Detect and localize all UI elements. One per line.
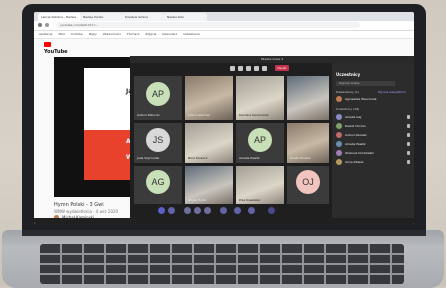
participant-row[interactable]: Dawid Chrzan xyxy=(336,123,410,130)
participant-row[interactable]: Antoni Szuster xyxy=(336,132,410,139)
control-icon[interactable] xyxy=(248,207,255,214)
camera-icon[interactable] xyxy=(230,66,235,71)
control-icon[interactable] xyxy=(220,207,227,214)
attendees-heading: Uczestnicy (18) xyxy=(336,107,360,111)
avatar xyxy=(336,132,342,138)
presenters-heading: Prezenterzy (1) xyxy=(336,90,359,94)
browser-tab[interactable]: Nazwa Yukiko xyxy=(80,13,123,21)
bookmark[interactable]: Kalendarz xyxy=(162,31,177,38)
avatar: AG xyxy=(146,170,170,194)
participants-title: Uczestnicy xyxy=(336,72,361,77)
laptop-screen: Lekcja Szkolna - Nazwa Nazwa Yukiko Krea… xyxy=(34,12,414,224)
bookmark[interactable]: YouTube xyxy=(71,31,83,38)
bookmark[interactable]: Tłumacz xyxy=(127,31,140,38)
participant-row[interactable]: Anna Zbalsz xyxy=(336,159,410,166)
browser-tab[interactable]: Kreatyw Gmina xyxy=(122,13,165,21)
participant-tile: AG xyxy=(134,166,182,204)
participant-row[interactable]: Amelia Gaj xyxy=(336,114,410,121)
leave-button[interactable]: Opuść xyxy=(275,65,289,71)
browser-tab[interactable]: Nazwa Kolo xyxy=(164,13,207,21)
participant-name: Antoni Szuster xyxy=(345,133,367,137)
youtube-play-icon xyxy=(44,42,51,47)
participant-row[interactable]: Oliwiusz Drozdalski xyxy=(336,150,410,157)
browser-tab[interactable]: Lekcja Szkolna - Nazwa xyxy=(38,13,81,21)
participant-row[interactable]: Amelia Pawlik xyxy=(336,141,410,148)
os-taskbar xyxy=(34,218,414,224)
participant-name: Amelia Gaj xyxy=(345,115,362,119)
control-icon[interactable] xyxy=(204,207,211,214)
bookmark[interactable]: Mail xyxy=(58,31,64,38)
bookmark[interactable]: Mapy xyxy=(89,31,97,38)
control-icon[interactable] xyxy=(184,207,191,214)
control-icon[interactable] xyxy=(268,207,275,214)
avatar xyxy=(336,150,342,156)
participant-row[interactable]: Agnieszka Wieczorek xyxy=(336,96,410,103)
participant-name: Agnieszka Wieczorek xyxy=(345,97,377,101)
participant-tile: OJ xyxy=(287,166,329,204)
control-icon[interactable] xyxy=(194,207,201,214)
url-field[interactable]: youtube.com/watch?v=... xyxy=(56,22,360,28)
reaction-icon[interactable] xyxy=(158,207,165,214)
avatar xyxy=(336,123,342,129)
mic-icon xyxy=(407,124,410,128)
avatar xyxy=(336,96,342,102)
participant-video: Nina Stukacz xyxy=(185,123,233,163)
avatar: OJ xyxy=(296,170,320,194)
participant-name: Oliwer Buda xyxy=(188,198,207,202)
video-meta: WNW wyświetlenia · 4 wrz 2020 xyxy=(54,209,119,214)
avatar xyxy=(336,159,342,165)
bookmarks-bar: Aplikacje Mail YouTube Mapy Wiadomości T… xyxy=(34,31,414,39)
invite-input[interactable]: Zaproś osobę xyxy=(336,81,395,86)
participant-name: Julia Szymczak xyxy=(137,156,160,160)
participant-name: Anna Zbalsz xyxy=(345,160,364,164)
mic-icon xyxy=(407,160,410,164)
participant-tile: AP Antoni Pstrucki xyxy=(134,76,182,120)
participant-name: Nina Stukacz xyxy=(188,156,208,160)
avatar: AP xyxy=(146,82,170,106)
mute-all-button[interactable]: Wycisz wszystkich xyxy=(378,90,406,94)
participant-name: Aneta Strabel xyxy=(290,156,311,160)
mic-icon[interactable] xyxy=(238,66,243,71)
bookmark[interactable]: Aplikacje xyxy=(39,31,52,38)
laptop-hinge xyxy=(22,230,426,236)
participant-name: Amelia Pawlik xyxy=(345,142,366,146)
participant-tile: JS Julia Szymczak xyxy=(134,123,182,163)
avatar xyxy=(336,114,342,120)
avatar: AP xyxy=(248,128,272,152)
mic-icon xyxy=(407,142,410,146)
keyboard xyxy=(40,244,404,284)
participant-name: Dawid Chrzan xyxy=(345,124,366,128)
participant-video: Julia Guterman xyxy=(185,76,233,120)
participant-name: Amelia Pawlik xyxy=(239,156,260,160)
reaction-icon[interactable] xyxy=(168,207,175,214)
bookmark[interactable]: Wiadomości xyxy=(103,31,121,38)
participant-video xyxy=(287,76,329,120)
back-icon[interactable] xyxy=(38,23,42,27)
participants-icon[interactable] xyxy=(262,66,267,71)
participant-video: Karolina Kaczmarek xyxy=(236,76,284,120)
share-icon[interactable] xyxy=(246,66,251,71)
reload-icon[interactable] xyxy=(45,23,49,27)
mic-icon xyxy=(407,151,410,155)
participant-video: Oliwer Buda xyxy=(185,166,233,204)
participant-name: Antoni Pstrucki xyxy=(137,113,160,117)
bookmark[interactable]: Zdjęcia xyxy=(145,31,156,38)
youtube-logo[interactable]: YouTube xyxy=(44,42,74,55)
participant-name: Karolina Kaczmarek xyxy=(239,113,269,117)
participant-name: Oliwiusz Drozdalski xyxy=(345,151,374,155)
avatar: JS xyxy=(146,128,170,152)
teams-title: Pitazka klasa 4 xyxy=(130,56,414,63)
mic-icon xyxy=(407,115,410,119)
control-icon[interactable] xyxy=(234,207,241,214)
avatar xyxy=(336,141,342,147)
participant-name: Pola Kowalska xyxy=(239,198,261,202)
participant-tile: AP Amelia Pawlik xyxy=(236,123,284,163)
mic-icon xyxy=(407,133,410,137)
more-icon[interactable] xyxy=(254,66,259,71)
participant-video: Aneta Strabel xyxy=(287,123,329,163)
video-title[interactable]: Hymn Polski - 3 Gwi xyxy=(54,202,104,208)
participant-video: Pola Kowalska xyxy=(236,166,284,204)
participant-name: Julia Guterman xyxy=(188,113,211,117)
bookmark[interactable]: Ustawienia xyxy=(183,31,199,38)
